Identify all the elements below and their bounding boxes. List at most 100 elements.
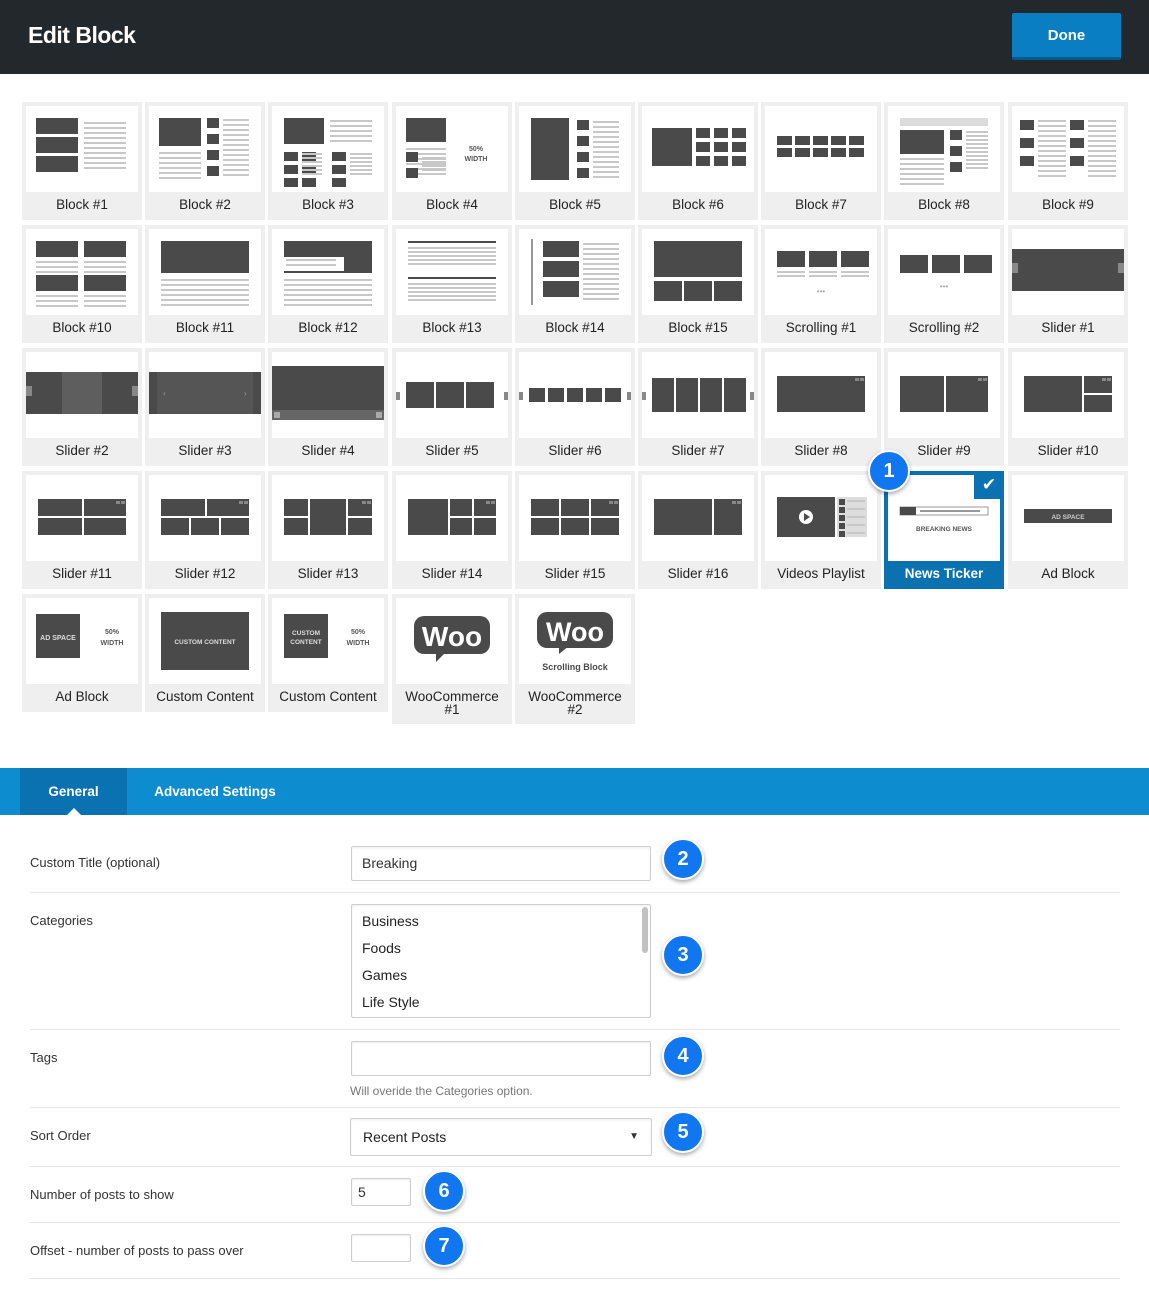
block-option[interactable]: ••• Scrolling #1 [761, 225, 881, 343]
block-option[interactable]: Block #3 [268, 102, 388, 220]
block-thumbnail [765, 475, 877, 561]
block-option[interactable]: Slider #5 [392, 348, 512, 466]
block-option[interactable]: Slider #12 [145, 471, 265, 589]
block-thumbnail [272, 106, 384, 192]
block-label: Ad Block [1041, 566, 1095, 581]
block-thumbnail [26, 229, 138, 315]
block-thumbnail [519, 475, 631, 561]
callout-badge-5: 5 [662, 1111, 704, 1153]
block-label: Block #11 [175, 320, 235, 335]
block-label: Block #8 [918, 197, 970, 212]
block-thumbnail: ••• [888, 229, 1000, 315]
svg-text:‹: ‹ [163, 389, 166, 398]
block-option[interactable]: Slider #14 [392, 471, 512, 589]
block-option[interactable]: Slider #15 [515, 471, 635, 589]
num-posts-label: Number of posts to show [30, 1187, 174, 1202]
block-option[interactable]: Slider #11 [22, 471, 142, 589]
block-thumbnail [888, 352, 1000, 438]
svg-text:Woo: Woo [422, 621, 482, 652]
checkmark-icon: ✔ [974, 471, 1004, 499]
block-option[interactable]: ‹ › Slider #3 [145, 348, 265, 466]
block-label: Block #15 [668, 320, 728, 335]
block-thumbnail [149, 475, 261, 561]
block-option[interactable]: Block #9 [1008, 102, 1128, 220]
block-thumbnail [642, 229, 754, 315]
block-thumbnail [396, 352, 508, 438]
block-option[interactable]: Slider #13 [268, 471, 388, 589]
svg-text:CONTENT: CONTENT [290, 639, 321, 646]
category-option[interactable]: Life Style [352, 989, 650, 1016]
block-option[interactable]: Block #7 [761, 102, 881, 220]
block-thumbnail: ‹ › [149, 352, 261, 438]
block-option[interactable]: CUSTOM CONTENT Custom Content [145, 594, 265, 712]
block-option[interactable]: Block #1 [22, 102, 142, 220]
category-option[interactable]: Foods [352, 935, 650, 962]
block-label: Slider #3 [178, 443, 232, 458]
block-option[interactable]: AD SPACE Ad Block [1008, 471, 1128, 589]
offset-input[interactable] [351, 1234, 411, 1262]
block-label: Block #6 [672, 197, 724, 212]
tags-input[interactable] [351, 1041, 651, 1076]
block-option[interactable]: Slider #6 [515, 348, 635, 466]
block-label: Scrolling #2 [908, 320, 980, 335]
block-option[interactable]: Slider #4 [268, 348, 388, 466]
block-option[interactable]: Block #8 [884, 102, 1004, 220]
svg-text:WIDTH: WIDTH [101, 640, 124, 647]
block-option[interactable]: Block #10 [22, 225, 142, 343]
block-label: Block #1 [56, 197, 108, 212]
done-button[interactable]: Done [1012, 13, 1121, 60]
block-option[interactable]: Slider #10 [1008, 348, 1128, 466]
num-posts-input[interactable]: 5 [351, 1178, 411, 1206]
block-option[interactable]: Block #13 [392, 225, 512, 343]
listbox-scrollbar[interactable] [642, 907, 648, 953]
block-thumbnail [26, 352, 138, 438]
block-option[interactable]: Slider #8 [761, 348, 881, 466]
block-option[interactable]: Block #14 [515, 225, 635, 343]
block-option[interactable]: Videos Playlist [761, 471, 881, 589]
block-label: News Ticker [904, 566, 984, 581]
block-thumbnail [888, 106, 1000, 192]
block-option[interactable]: BREAKING NEWS News Ticker ✔ [884, 471, 1004, 589]
tags-hint: Will overide the Categories option. [350, 1084, 533, 1098]
category-option[interactable]: Business [352, 908, 650, 935]
block-option[interactable]: Woo WooCommerce #1 [392, 594, 512, 724]
block-option[interactable]: CUSTOM CONTENT 50% WIDTH Custom Content [268, 594, 388, 712]
block-option[interactable]: Block #15 [638, 225, 758, 343]
block-label: Block #10 [52, 320, 112, 335]
block-option[interactable]: Slider #1 [1008, 225, 1128, 343]
block-option[interactable]: ••• Scrolling #2 [884, 225, 1004, 343]
block-option[interactable]: Woo Scrolling Block WooCommerce #2 [515, 594, 635, 724]
svg-text:AD SPACE: AD SPACE [40, 635, 76, 642]
block-option[interactable]: Slider #2 [22, 348, 142, 466]
tab-general[interactable]: General [20, 768, 127, 815]
block-option[interactable]: Block #6 [638, 102, 758, 220]
block-label: Custom Content [156, 689, 254, 704]
svg-text:•••: ••• [940, 282, 949, 291]
sort-order-value: Recent Posts [363, 1129, 447, 1145]
block-option[interactable]: Slider #9 [884, 348, 1004, 466]
block-option[interactable]: AD SPACE 50% WIDTH Ad Block [22, 594, 142, 712]
block-label: Block #7 [795, 197, 847, 212]
category-option[interactable]: Games [352, 962, 650, 989]
block-label: Slider #2 [55, 443, 109, 458]
block-option[interactable]: Block #12 [268, 225, 388, 343]
block-thumbnail: CUSTOM CONTENT [149, 598, 261, 684]
svg-text:BREAKING NEWS: BREAKING NEWS [916, 526, 973, 533]
block-thumbnail [642, 352, 754, 438]
block-option[interactable]: Block #11 [145, 225, 265, 343]
block-option[interactable]: Slider #16 [638, 471, 758, 589]
custom-title-input[interactable]: Breaking [351, 846, 651, 881]
tab-advanced-settings[interactable]: Advanced Settings [140, 768, 290, 815]
sort-order-select[interactable]: Recent Posts ▼ [350, 1118, 652, 1156]
block-thumbnail [1012, 352, 1124, 438]
categories-listbox[interactable]: Business Foods Games Life Style [351, 904, 651, 1018]
block-label: Slider #12 [174, 566, 236, 581]
block-label: Slider #13 [297, 566, 359, 581]
block-option[interactable]: 50% WIDTH Block #4 [392, 102, 512, 220]
block-option[interactable]: Block #2 [145, 102, 265, 220]
block-option[interactable]: Block #5 [515, 102, 635, 220]
block-label: Block #9 [1042, 197, 1094, 212]
block-option[interactable]: Slider #7 [638, 348, 758, 466]
callout-badge-7: 7 [423, 1225, 465, 1267]
block-thumbnail [26, 106, 138, 192]
